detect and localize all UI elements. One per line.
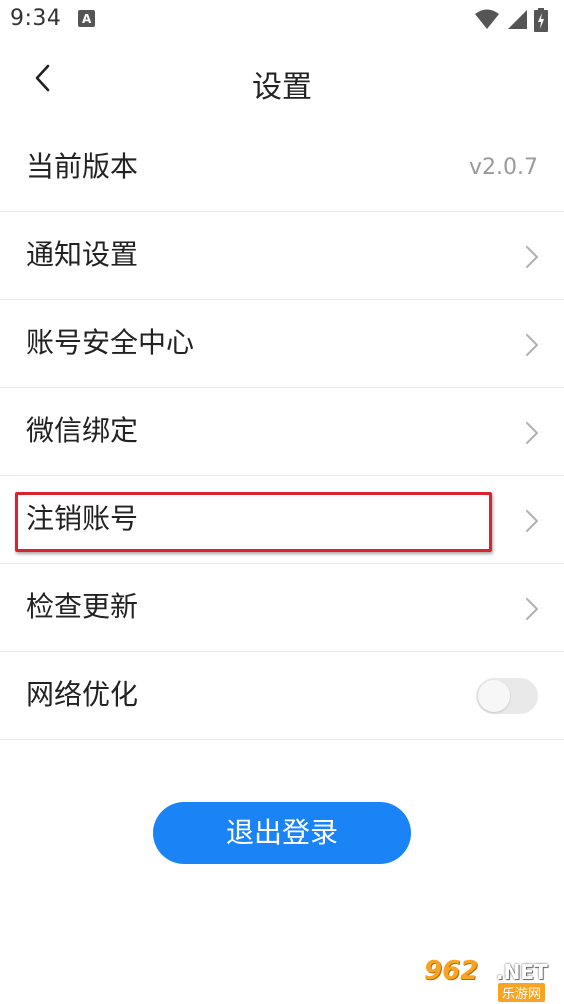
settings-list: 当前版本 v2.0.7 通知设置 账号安全中心 微信绑定 注销账号 检查更新 网…	[0, 124, 564, 740]
chevron-right-icon	[526, 510, 538, 532]
chevron-right-icon	[526, 422, 538, 444]
wifi-icon	[475, 9, 499, 29]
settings-row-delete-account[interactable]: 注销账号	[0, 476, 564, 564]
status-time: 9:34	[10, 6, 62, 31]
chevron-right-icon	[526, 246, 538, 268]
chevron-right-icon	[526, 334, 538, 356]
row-label: 微信绑定	[26, 414, 139, 447]
watermark-number: 962	[424, 956, 479, 986]
settings-screen: 9:34 A 设置 当前版本 v2.0.7 通知设置 账号安全中心 微信绑定 注…	[0, 0, 564, 1004]
row-label: 通知设置	[26, 238, 139, 271]
row-label: 当前版本	[26, 150, 139, 183]
watermark-suffix: .NET	[496, 960, 548, 984]
settings-row-check-update[interactable]: 检查更新	[0, 564, 564, 652]
header: 设置	[0, 40, 564, 124]
watermark-cn: 乐游网	[498, 983, 546, 1002]
chevron-right-icon	[526, 598, 538, 620]
network-optimization-toggle[interactable]	[476, 678, 538, 714]
notification-a-icon: A	[78, 10, 95, 27]
page-title: 设置	[252, 70, 312, 105]
signal-icon	[508, 10, 527, 29]
svg-text:A: A	[82, 12, 92, 26]
version-value: v2.0.7	[469, 155, 538, 180]
battery-icon	[534, 8, 548, 32]
toggle-knob	[478, 680, 510, 712]
row-label: 注销账号	[26, 502, 139, 535]
status-bar: 9:34 A	[0, 0, 564, 40]
row-label: 账号安全中心	[26, 326, 195, 359]
settings-row-network-optimization: 网络优化	[0, 652, 564, 740]
settings-row-wechat-binding[interactable]: 微信绑定	[0, 388, 564, 476]
watermark-logo: 962 .NET 乐游网	[424, 956, 558, 1002]
settings-row-notifications[interactable]: 通知设置	[0, 212, 564, 300]
status-icons	[474, 8, 554, 32]
settings-row-version: 当前版本 v2.0.7	[0, 124, 564, 212]
row-label: 网络优化	[26, 678, 139, 711]
settings-row-account-security[interactable]: 账号安全中心	[0, 300, 564, 388]
row-label: 检查更新	[26, 590, 139, 623]
logout-button[interactable]: 退出登录	[153, 802, 411, 864]
